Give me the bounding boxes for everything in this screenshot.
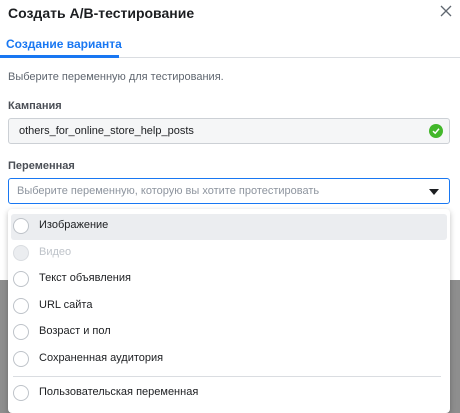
option-video: Видео: [8, 241, 450, 267]
menu-divider: [13, 376, 441, 377]
option-label: Возраст и пол: [39, 325, 111, 337]
option-label: Пользовательская переменная: [39, 386, 199, 398]
radio-icon: [13, 218, 29, 234]
campaign-label: Кампания: [8, 100, 62, 112]
option-label: Текст объявления: [39, 272, 131, 284]
radio-icon: [13, 324, 29, 340]
instruction-text: Выберите переменную для тестирования.: [8, 71, 224, 83]
campaign-value: others_for_online_store_help_posts: [19, 125, 194, 137]
radio-icon: [13, 298, 29, 314]
close-icon[interactable]: [436, 1, 456, 21]
campaign-field: others_for_online_store_help_posts: [8, 118, 450, 144]
variable-dropdown-menu: Изображение Видео Текст объявления URL с…: [8, 209, 450, 413]
option-website-url[interactable]: URL сайта: [8, 294, 450, 320]
option-label: Изображение: [39, 219, 109, 231]
variable-label: Переменная: [8, 160, 75, 172]
check-circle-icon: [429, 124, 443, 138]
variable-select[interactable]: Выберите переменную, которую вы хотите п…: [8, 178, 450, 204]
variable-select-placeholder: Выберите переменную, которую вы хотите п…: [17, 185, 320, 197]
dialog-title: Создать A/B-тестирование: [8, 5, 195, 21]
option-label: Видео: [39, 246, 72, 258]
radio-icon: [13, 351, 29, 367]
tab-create-variant[interactable]: Создание варианта: [6, 37, 122, 51]
option-saved-audience[interactable]: Сохраненная аудитория: [8, 347, 450, 373]
option-custom-variable[interactable]: Пользовательская переменная: [8, 381, 450, 407]
option-image[interactable]: Изображение: [11, 214, 447, 240]
tab-active-indicator: [0, 55, 119, 58]
radio-icon: [13, 385, 29, 401]
option-label: URL сайта: [39, 299, 93, 311]
caret-down-icon: [429, 189, 439, 195]
option-ad-text[interactable]: Текст объявления: [8, 267, 450, 293]
option-label: Сохраненная аудитория: [39, 352, 164, 364]
option-age-gender[interactable]: Возраст и пол: [8, 320, 450, 346]
radio-icon: [13, 245, 29, 261]
radio-icon: [13, 271, 29, 287]
